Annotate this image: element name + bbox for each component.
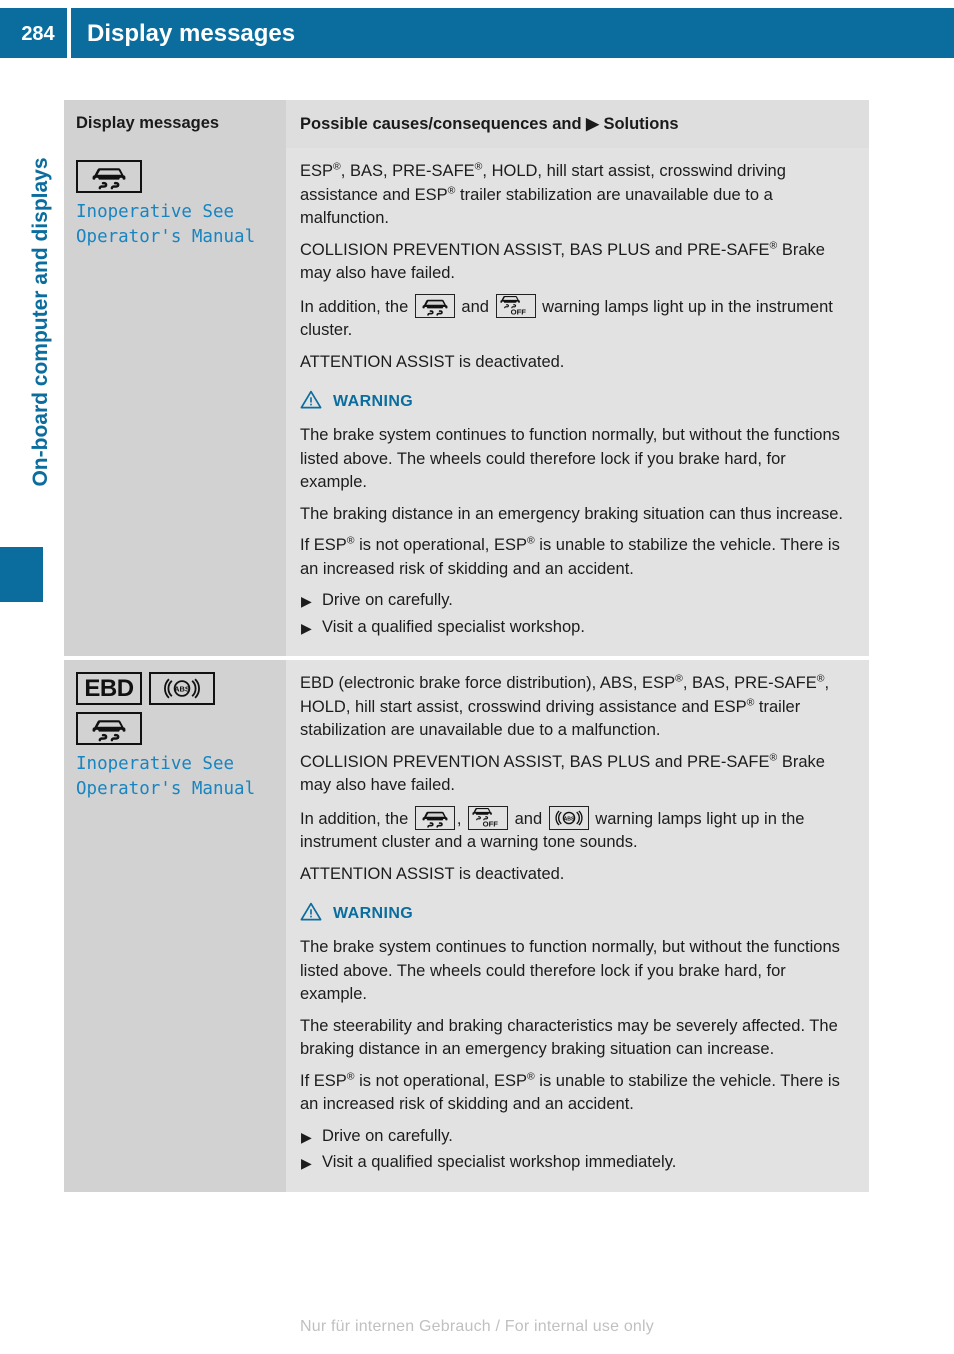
chapter-tab-marker <box>0 547 43 602</box>
display-messages-table: Display messages Possible causes/consequ… <box>64 100 869 1192</box>
text-run: , <box>456 809 467 828</box>
column-header-label-post: Solutions <box>603 115 679 133</box>
paragraph: The brake system continues to function n… <box>300 424 853 495</box>
solution-step: ▶ Visit a qualified specialist workshop. <box>300 616 853 640</box>
table-header-cell-causes: Possible causes/consequences and ▶ Solut… <box>286 100 869 148</box>
esp-car-skid-icon <box>414 293 455 318</box>
text-run: and <box>510 809 547 828</box>
table-row: Inoperative See Operator's Manual ESP®, B… <box>64 148 869 656</box>
warning-triangle-icon <box>300 390 322 414</box>
text-run: Visit a qualified specialist workshop im… <box>322 1153 677 1171</box>
paragraph: ATTENTION ASSIST is deactivated. <box>300 863 853 887</box>
display-message-text: Inoperative See Operator's Manual <box>76 202 256 247</box>
registered-mark: ® <box>346 534 355 547</box>
step-arrow-icon: ▶ <box>301 1128 312 1145</box>
text-run: ATTENTION ASSIST is deactivated. <box>300 864 565 883</box>
display-message-cell: Inoperative See Operator's Manual <box>64 148 286 656</box>
text-run: is not operational, ESP <box>354 536 527 554</box>
registered-mark: ® <box>526 534 535 547</box>
footer-watermark: Nur für internen Gebrauch / For internal… <box>300 1318 654 1335</box>
esp-off-icon: OFF <box>468 805 509 830</box>
esp-car-skid-icon <box>414 805 455 830</box>
paragraph: COLLISION PREVENTION ASSIST, BAS PLUS an… <box>300 751 853 798</box>
esp-car-skid-icon <box>76 160 142 193</box>
text-run: The brake system continues to function n… <box>300 938 840 1003</box>
text-run: The brake system continues to function n… <box>300 426 840 491</box>
ebd-text-icon: EBD <box>76 672 142 705</box>
paragraph: EBD (electronic brake force distribution… <box>300 672 853 743</box>
text-run: COLLISION PREVENTION ASSIST, BAS PLUS an… <box>300 752 770 771</box>
table-row: EBD ABS Inoperative See Operator's Manual E… <box>64 660 869 1192</box>
paragraph: COLLISION PREVENTION ASSIST, BAS PLUS an… <box>300 239 853 286</box>
warning-label: WARNING <box>333 905 414 922</box>
esp-off-icon: OFF <box>495 293 536 318</box>
registered-mark: ® <box>526 1070 535 1082</box>
abs-icon: ABS <box>149 672 215 705</box>
text-run: is not operational, ESP <box>354 1071 527 1090</box>
chapter-label: On-board computer and displays <box>29 157 52 487</box>
causes-solutions-cell: EBD (electronic brake force distribution… <box>286 660 869 1192</box>
esp-car-skid-icon <box>76 712 142 745</box>
text-run: If ESP <box>300 536 347 554</box>
text-run: , BAS, PRE-SAFE <box>682 674 817 692</box>
column-header-label-pre: Possible causes/consequences and <box>300 115 582 133</box>
column-header-arrow-icon: ▶ <box>586 115 599 133</box>
svg-text:OFF: OFF <box>510 307 526 316</box>
step-arrow-icon: ▶ <box>301 619 312 636</box>
step-arrow-icon: ▶ <box>301 1155 312 1171</box>
registered-mark: ® <box>346 1070 355 1082</box>
svg-text:OFF: OFF <box>483 819 499 828</box>
solution-step: ▶ Drive on carefully. <box>300 1125 853 1149</box>
table-header-row: Display messages Possible causes/consequ… <box>64 100 869 148</box>
text-run: EBD (electronic brake force distribution… <box>300 674 676 692</box>
warning-triangle-icon <box>300 902 322 926</box>
paragraph: ATTENTION ASSIST is deactivated. <box>300 351 853 375</box>
page-title: Display messages <box>87 20 296 47</box>
header-divider <box>67 8 71 58</box>
text-run: In addition, the <box>300 809 413 828</box>
solution-step: ▶ Drive on carefully. <box>300 589 853 613</box>
text-run: Drive on carefully. <box>322 1126 453 1145</box>
text-run: The steerability and braking characteris… <box>300 1016 838 1059</box>
paragraph: If ESP® is not operational, ESP® is unab… <box>300 534 853 581</box>
paragraph: In addition, the and OFF warning lamps l… <box>300 293 853 343</box>
message-icon-group: EBD ABS <box>76 672 276 745</box>
svg-text:ABS: ABS <box>563 816 574 822</box>
abs-icon: ABS <box>548 805 589 830</box>
paragraph: The braking distance in an emergency bra… <box>300 503 853 527</box>
message-icon-group <box>76 160 276 193</box>
text-run: ATTENTION ASSIST is deactivated. <box>300 352 565 371</box>
warning-label: WARNING <box>333 393 414 410</box>
step-arrow-icon: ▶ <box>301 593 312 609</box>
display-message-cell: EBD ABS Inoperative See Operator's Manual <box>64 660 286 1192</box>
paragraph: If ESP® is not operational, ESP® is unab… <box>300 1070 853 1117</box>
text-run: COLLISION PREVENTION ASSIST, BAS PLUS an… <box>300 240 770 259</box>
registered-mark: ® <box>675 672 683 685</box>
solution-step: ▶ Visit a qualified specialist workshop i… <box>300 1151 853 1175</box>
warning-heading: WARNING <box>300 390 853 414</box>
text-run: ESP <box>300 162 334 180</box>
display-message-text: Inoperative See Operator's Manual <box>76 754 256 799</box>
paragraph: In addition, the , OFF and ABS warning l… <box>300 805 853 855</box>
warning-heading: WARNING <box>300 902 853 926</box>
svg-text:ABS: ABS <box>174 685 190 694</box>
text-run: and <box>456 297 494 316</box>
text-run: , BAS, PRE-SAFE <box>340 162 475 180</box>
column-header-label: Display messages <box>76 114 220 132</box>
text-run: In addition, the <box>300 297 413 316</box>
paragraph: The brake system continues to function n… <box>300 936 853 1007</box>
table-header-cell-messages: Display messages <box>64 100 286 148</box>
paragraph: The steerability and braking characteris… <box>300 1015 853 1062</box>
text-run: If ESP <box>300 1071 347 1090</box>
paragraph: ESP®, BAS, PRE-SAFE®, HOLD, hill start a… <box>300 160 853 231</box>
page-number: 284 <box>21 23 55 45</box>
causes-solutions-cell: ESP®, BAS, PRE-SAFE®, HOLD, hill start a… <box>286 148 869 656</box>
text-run: Visit a qualified specialist workshop. <box>322 617 585 636</box>
text-run: Drive on carefully. <box>322 591 453 609</box>
text-run: The braking distance in an emergency bra… <box>300 504 843 523</box>
registered-mark: ® <box>333 160 341 173</box>
